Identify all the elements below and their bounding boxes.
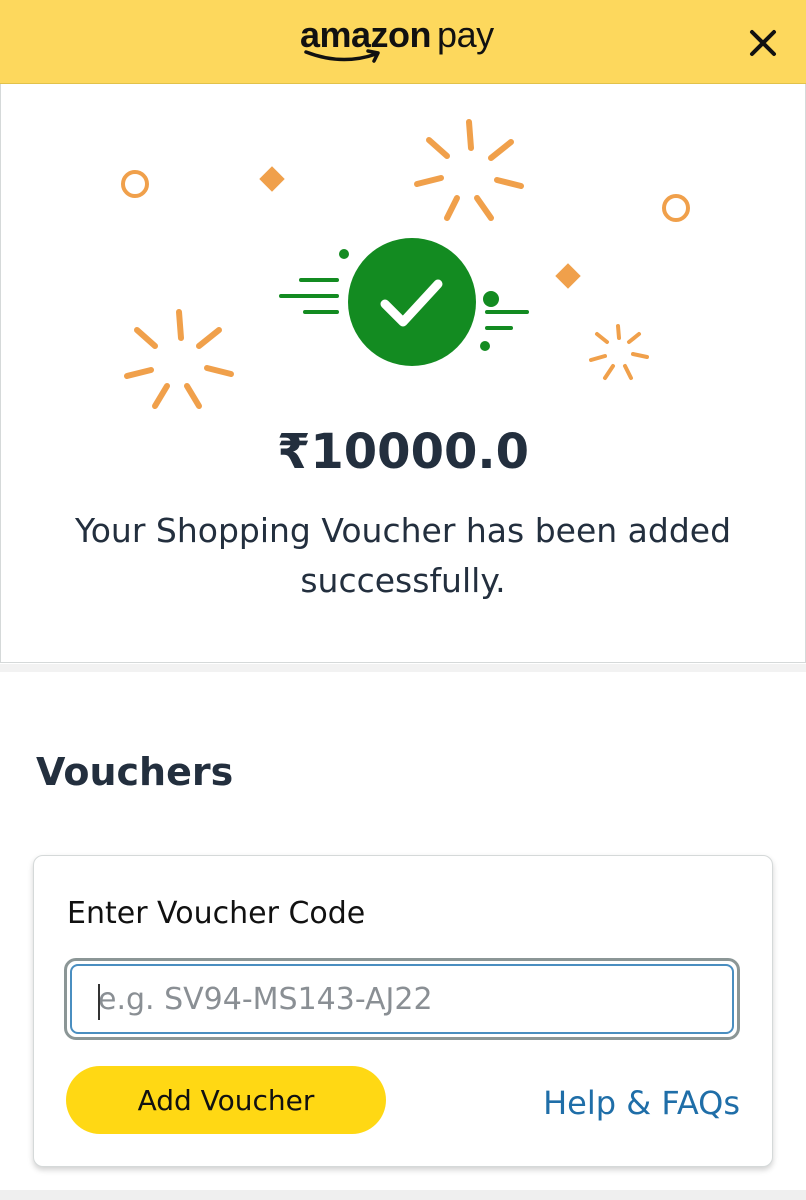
check-circle-icon	[348, 238, 476, 366]
close-button[interactable]	[740, 20, 786, 66]
section-divider	[0, 664, 806, 672]
sparkle-burst	[414, 119, 524, 221]
close-icon	[750, 30, 776, 56]
success-message: Your Shopping Voucher has been added suc…	[74, 511, 732, 600]
sparkle-burst	[124, 309, 234, 409]
confetti-diamond	[555, 263, 581, 289]
voucher-code-field[interactable]	[64, 958, 740, 1040]
voucher-card: Enter Voucher Code Add Voucher Help & FA…	[33, 855, 773, 1167]
voucher-code-input[interactable]	[72, 966, 732, 1032]
add-voucher-button[interactable]: Add Voucher	[66, 1066, 386, 1134]
sparkle-burst	[589, 324, 649, 380]
voucher-amount: ₹10000.0	[276, 424, 530, 480]
logo-product-text: pay	[437, 14, 494, 55]
confetti-circle	[662, 194, 690, 222]
bottom-divider	[0, 1190, 806, 1200]
top-bar: amazon pay	[0, 0, 806, 84]
text-caret	[98, 984, 100, 1020]
voucher-code-label: Enter Voucher Code	[67, 896, 366, 931]
celebration-illustration	[121, 119, 690, 409]
vouchers-heading: Vouchers	[36, 750, 234, 794]
smile-arrow-icon	[304, 49, 380, 63]
success-panel: ₹10000.0 Your Shopping Voucher has been …	[0, 84, 806, 663]
help-faqs-link[interactable]: Help & FAQs	[543, 1084, 740, 1122]
amazon-pay-logo: amazon pay	[300, 12, 510, 72]
confetti-circle	[121, 170, 149, 198]
confetti-diamond	[259, 166, 285, 192]
